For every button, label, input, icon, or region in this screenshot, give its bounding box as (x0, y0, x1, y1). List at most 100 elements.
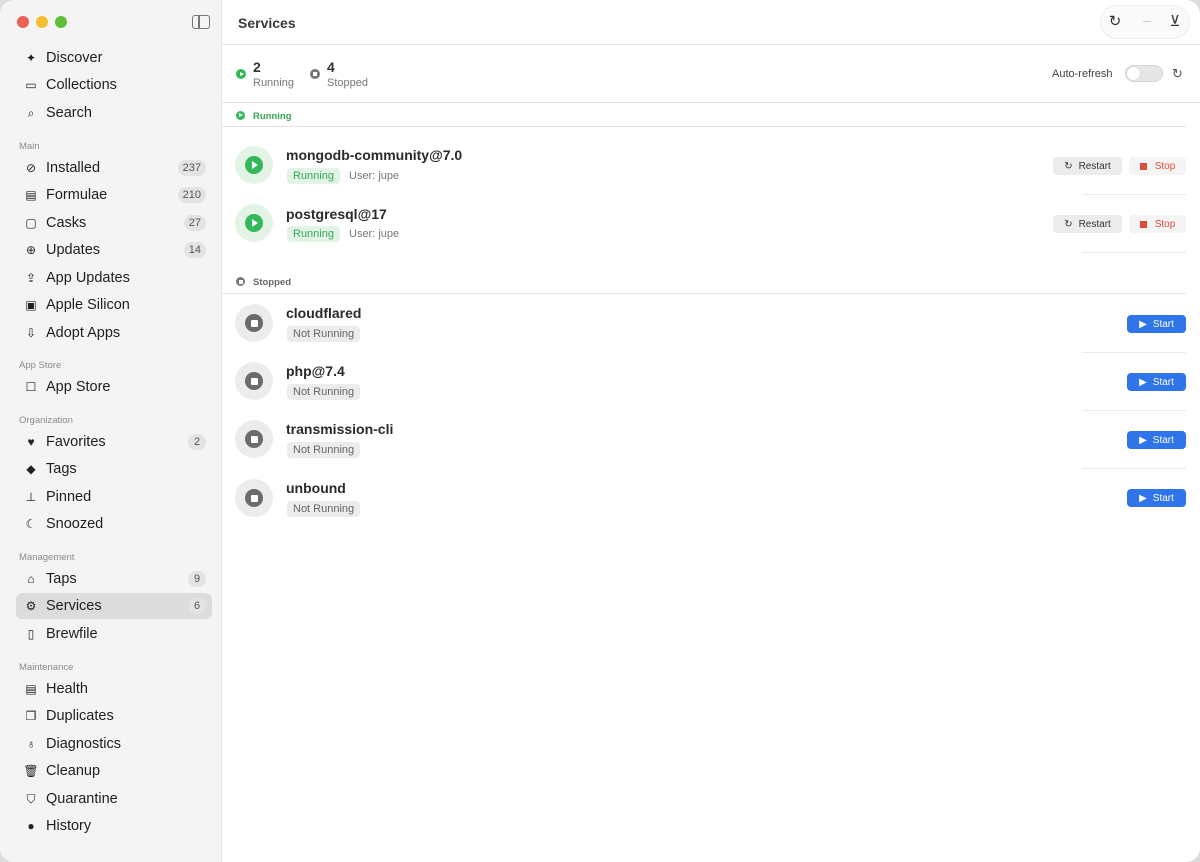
sidebar-item-health[interactable]: ▤ Health (16, 676, 212, 702)
chip-icon: ▣ (25, 298, 37, 312)
running-status-icon (236, 69, 246, 79)
sidebar-item-discover[interactable]: ✦ Discover (16, 45, 212, 71)
sidebar-item-pinned[interactable]: ⊥ Pinned (16, 484, 212, 510)
play-icon (245, 156, 263, 174)
service-user: User: jupe (349, 228, 400, 240)
section-title-organization: Organization (19, 415, 73, 426)
sidebar-item-tags[interactable]: ◆ Tags (16, 456, 212, 482)
refresh-icon[interactable]: ↻ (1107, 14, 1123, 30)
start-label: Start (1152, 318, 1174, 330)
start-button[interactable]: ▶ Start (1127, 489, 1186, 507)
app-store-icon: ☐ (25, 380, 37, 394)
heart-icon: ♥ (27, 435, 35, 449)
zoom-window-button[interactable] (55, 16, 67, 28)
sidebar-item-casks[interactable]: ▢ Casks 27 (16, 210, 212, 236)
service-name: cloudflared (286, 305, 362, 321)
document-icon: ▯ (27, 627, 35, 641)
sidebar-item-installed[interactable]: ⊘ Installed 237 (16, 155, 212, 181)
sidebar-item-apple-silicon[interactable]: ▣ Apple Silicon (16, 292, 212, 318)
stopped-group-icon (236, 277, 245, 286)
play-icon: ▶ (1139, 434, 1147, 446)
status-badge: Running (287, 226, 340, 242)
sidebar-item-label: Favorites (46, 434, 106, 450)
stopped-count: 4 (327, 59, 335, 75)
sidebar-item-label: Services (46, 598, 102, 614)
status-badge: Not Running (287, 384, 361, 400)
stop-square-icon (245, 430, 263, 448)
service-name: postgresql@17 (286, 206, 387, 222)
refresh-icon[interactable]: ↻ (1172, 66, 1183, 82)
auto-refresh-label: Auto-refresh (1052, 68, 1113, 80)
sidebar-item-label: Adopt Apps (46, 325, 121, 341)
play-icon (245, 214, 263, 232)
row-divider (1082, 468, 1186, 469)
sidebar-item-adopt-apps[interactable]: ⇩ Adopt Apps (16, 320, 212, 346)
sidebar-item-snoozed[interactable]: ☾ Snoozed (16, 511, 212, 537)
sidebar-item-history[interactable]: ● History (16, 813, 212, 839)
service-user: User: jupe (349, 170, 400, 182)
service-name: unbound (286, 480, 346, 496)
restart-icon: ↻ (1064, 218, 1073, 230)
auto-refresh-toggle[interactable] (1125, 65, 1163, 82)
trash-icon: 🗑 (23, 764, 39, 778)
sidebar-item-label: History (46, 818, 92, 834)
count-badge: 210 (177, 187, 206, 203)
sidebar-item-services[interactable]: ⚙ Services 6 (16, 593, 212, 619)
pin-icon: ⊥ (25, 490, 37, 504)
sidebar-item-label: Casks (46, 215, 87, 231)
sidebar-toggle-icon[interactable] (192, 15, 210, 29)
count-badge: 27 (183, 215, 206, 231)
sidebar-item-collections[interactable]: ▭ Collections (16, 72, 212, 98)
sidebar-item-label: Brewfile (46, 626, 98, 642)
window-controls (17, 16, 67, 28)
group-divider (222, 126, 1186, 127)
count-badge: 2 (188, 434, 206, 450)
restart-button[interactable]: ↻ Restart (1053, 157, 1122, 175)
sidebar-item-duplicates[interactable]: ❐ Duplicates (16, 703, 212, 729)
stop-square-icon (245, 489, 263, 507)
shield-icon: ⛉ (26, 791, 36, 806)
sidebar-item-app-updates[interactable]: ⇪ App Updates (16, 265, 212, 291)
start-button[interactable]: ▶ Start (1127, 431, 1186, 449)
stop-button[interactable]: Stop (1129, 215, 1186, 233)
sidebar-item-label: Cleanup (46, 763, 101, 779)
toolbar-separator (1143, 21, 1151, 22)
sidebar-item-label: Collections (46, 77, 117, 93)
close-window-button[interactable] (17, 16, 29, 28)
sidebar-item-taps[interactable]: ⌂ Taps 9 (16, 566, 212, 592)
start-button[interactable]: ▶ Start (1127, 373, 1186, 391)
start-button[interactable]: ▶ Start (1127, 315, 1186, 333)
adopt-icon: ⇩ (25, 326, 37, 340)
group-divider (222, 293, 1186, 294)
sidebar-item-cleanup[interactable]: 🗑 Cleanup (16, 758, 212, 784)
count-badge: 237 (177, 160, 206, 176)
sidebar-item-brewfile[interactable]: ▯ Brewfile (16, 621, 212, 647)
sidebar-item-formulae[interactable]: ▤ Formulae 210 (16, 182, 212, 208)
toggle-knob (1127, 67, 1140, 80)
arrow-up-circle-icon: ⊕ (25, 243, 37, 257)
count-badge: 14 (183, 242, 206, 258)
status-badge: Running (287, 168, 340, 184)
minimize-window-button[interactable] (36, 16, 48, 28)
stop-square-icon (245, 372, 263, 390)
summary-divider (222, 102, 1200, 103)
sidebar-item-updates[interactable]: ⊕ Updates 14 (16, 237, 212, 263)
sidebar-item-diagnostics[interactable]: ♁ Diagnostics (16, 731, 212, 757)
service-status-icon (235, 420, 273, 458)
sidebar-item-favorites[interactable]: ♥ Favorites 2 (16, 429, 212, 455)
toolbar-divider (222, 44, 1200, 45)
download-icon[interactable]: ⊻ (1167, 14, 1183, 30)
sidebar-item-quarantine[interactable]: ⛉ Quarantine (16, 786, 212, 812)
restart-button[interactable]: ↻ Restart (1053, 215, 1122, 233)
sidebar-item-search[interactable]: ⌕ Search (16, 100, 212, 126)
sidebar-item-app-store[interactable]: ☐ App Store (16, 374, 212, 400)
section-title-management: Management (19, 552, 75, 563)
service-status-icon (235, 204, 273, 242)
terminal-icon: ▤ (25, 188, 37, 202)
taps-icon: ⌂ (27, 572, 35, 586)
sidebar-item-label: Apple Silicon (46, 297, 130, 313)
gears-icon: ⚙ (25, 599, 37, 613)
stop-button[interactable]: Stop (1129, 157, 1186, 175)
sidebar-item-label: Search (46, 105, 92, 121)
play-icon: ▶ (1139, 376, 1147, 388)
